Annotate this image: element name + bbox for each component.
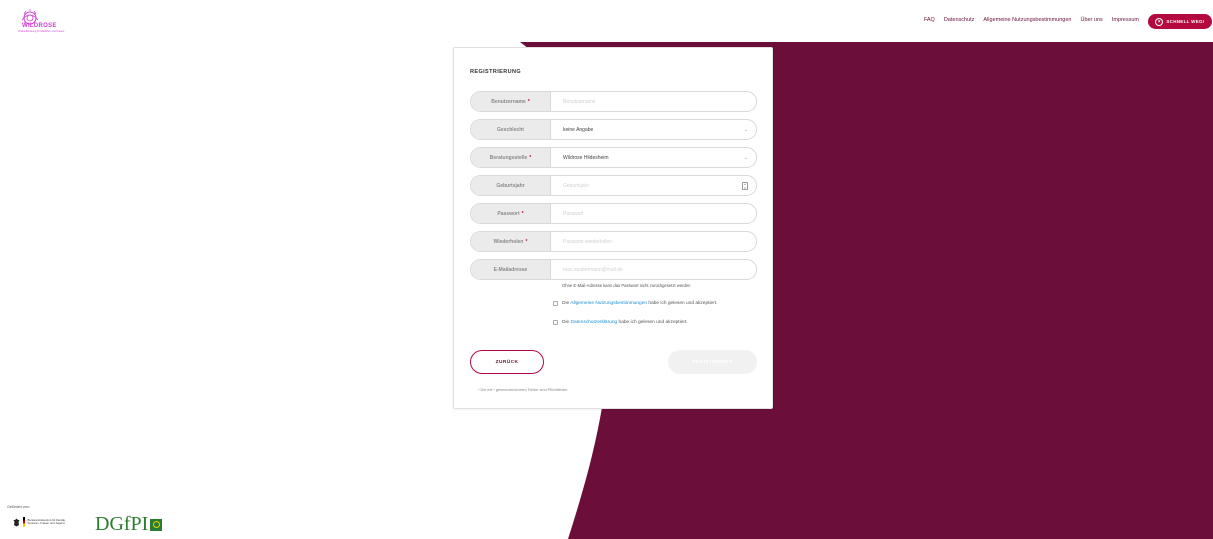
dgfpi-logo[interactable]: DGfPI	[95, 513, 163, 536]
back-button[interactable]: ZURÜCK	[470, 350, 544, 374]
logo-text: WILDROSE	[22, 23, 57, 29]
gender-select: Geschlecht keine Angabe ⌄	[470, 119, 757, 140]
top-nav: FAQ Datenschutz Allgemeine Nutzungsbesti…	[924, 17, 1139, 23]
nav-nutzungsbestimmungen[interactable]: Allgemeine Nutzungsbestimmungen	[983, 17, 1071, 23]
federal-eagle-icon	[13, 518, 20, 526]
birth-year-field: Geburtsjahr Geburtsjahr ▴ ▾	[470, 175, 757, 196]
header: WILDROSE Online-Beratung für Mädchen und…	[0, 0, 1213, 42]
register-button[interactable]: REGISTRIEREN	[668, 350, 757, 374]
chevron-down-icon: ⌄	[743, 155, 748, 161]
field-label: Beratungsstelle	[489, 154, 528, 161]
username-field: Benutzername * Benutzername	[470, 91, 757, 112]
field-label: Geschlecht	[497, 126, 524, 133]
password-repeat-field: Wiederholen * Passwort wiederholen	[470, 231, 757, 252]
registration-card: REGISTRIERUNG Benutzername * Benutzername…	[453, 47, 773, 409]
terms-checkbox[interactable]	[553, 301, 558, 306]
dgfpi-text: DGfPI	[95, 513, 149, 535]
password-repeat-input[interactable]: Passwort wiederholen	[551, 232, 756, 251]
email-note: Ohne E-Mail-Adresse kann das Passwort ni…	[562, 283, 691, 288]
privacy-consent: Die Datenschutzerklärung habe ich gelese…	[553, 320, 688, 325]
required-fields-note: * Die mit * gekennzeichneten Felder sind…	[478, 388, 568, 392]
quick-exit-button[interactable]: × SCHNELL WEG!	[1148, 14, 1212, 29]
ministry-logo[interactable]: Bundesministerium für Familie, Senioren,…	[13, 517, 72, 527]
form-title: REGISTRIERUNG	[470, 69, 522, 75]
username-input[interactable]: Benutzername	[551, 92, 756, 111]
required-marker: *	[525, 238, 528, 245]
email-field: E-Mailadresse max.mustermann@mail.de	[470, 259, 757, 280]
funded-by-label: Gefördert vom	[7, 505, 30, 509]
field-label: Geburtsjahr	[496, 182, 525, 189]
counseling-center-select: Beratungsstelle * Wildrose Hildesheim ⌄	[470, 147, 757, 168]
ministry-name: Bundesministerium für Familie, Senioren,…	[27, 517, 66, 525]
email-input[interactable]: max.mustermann@mail.de	[551, 260, 756, 279]
nav-faq[interactable]: FAQ	[924, 17, 935, 23]
close-circle-icon: ×	[1155, 17, 1164, 26]
field-label: E-Mailadresse	[493, 266, 528, 273]
field-label: Passwort	[497, 210, 520, 217]
counseling-center-value[interactable]: Wildrose Hildesheim ⌄	[551, 148, 756, 167]
terms-link[interactable]: Allgemeine Nutzungsbestimmungen	[570, 301, 647, 306]
nav-ueber-uns[interactable]: Über uns	[1080, 17, 1102, 23]
dgfpi-emblem-icon	[150, 518, 163, 531]
field-label: Benutzername	[491, 98, 526, 105]
quick-exit-label: SCHNELL WEG!	[1166, 19, 1205, 24]
number-spinner-icon[interactable]: ▴ ▾	[742, 182, 748, 190]
gender-select-value[interactable]: keine Angabe ⌄	[551, 120, 756, 139]
nav-datenschutz[interactable]: Datenschutz	[944, 17, 975, 23]
chevron-down-icon: ⌄	[743, 127, 748, 133]
footer-sponsors: Gefördert vom Bundesministerium für Fami…	[7, 505, 163, 535]
privacy-checkbox[interactable]	[553, 320, 558, 325]
nav-impressum[interactable]: Impressum	[1112, 17, 1139, 23]
password-input[interactable]: Passwort	[551, 204, 756, 223]
terms-consent: Die Allgemeine Nutzungsbestimmungen habe…	[553, 301, 717, 306]
field-label: Wiederholen	[493, 238, 524, 245]
required-marker: *	[521, 210, 524, 217]
german-flag-icon	[23, 517, 25, 527]
logo-subtitle: Online-Beratung für Mädchen und Frauen	[18, 30, 65, 33]
required-marker: *	[527, 98, 530, 105]
privacy-link[interactable]: Datenschutzerklärung	[571, 320, 618, 325]
birth-year-input[interactable]: Geburtsjahr ▴ ▾	[551, 176, 756, 195]
required-marker: *	[529, 154, 532, 161]
password-field: Passwort * Passwort	[470, 203, 757, 224]
